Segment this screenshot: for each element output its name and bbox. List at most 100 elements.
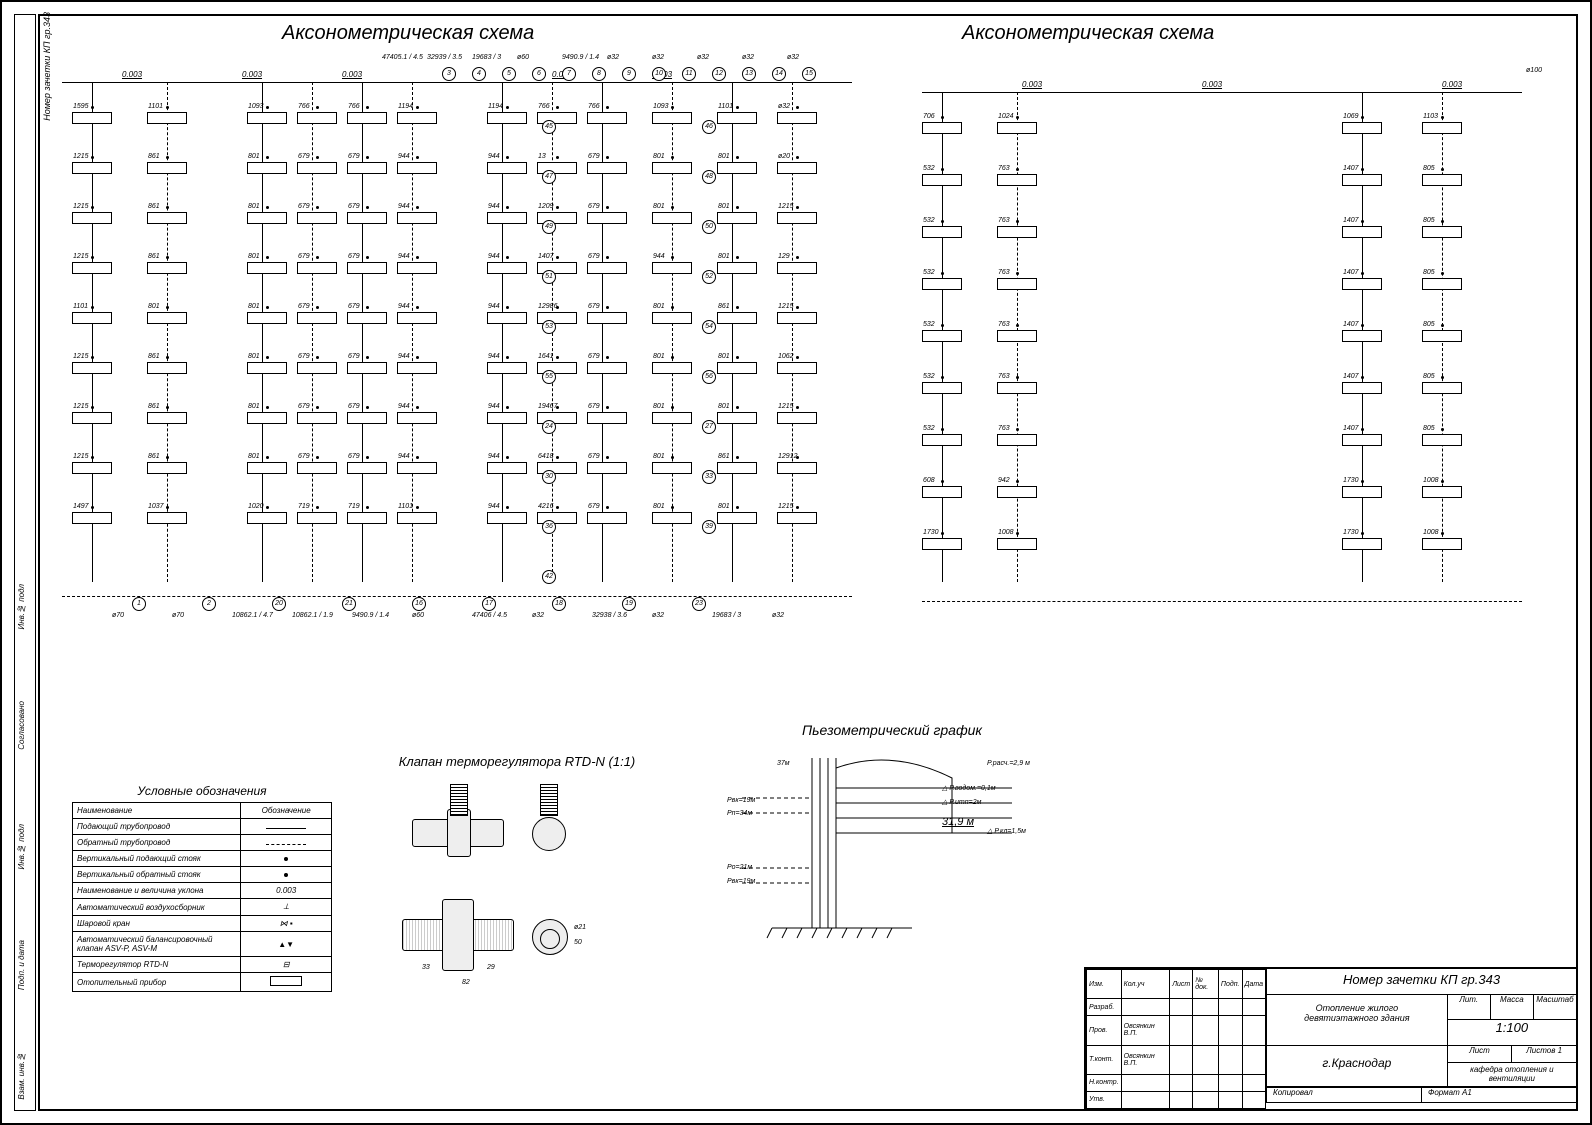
radiator-label: 679 [348, 353, 360, 360]
pipe-label: 47405.1 / 4.5 [382, 54, 423, 61]
piezo-label: Pвк=19м [727, 878, 755, 885]
radiator-label: 1093 [653, 103, 669, 110]
node-callout: 36 [542, 520, 556, 534]
tb-cell: Формат A1 [1422, 1088, 1576, 1102]
radiator: 944 [397, 312, 437, 324]
radiator-label: ø20 [778, 153, 790, 160]
radiator: 1407 [1342, 330, 1382, 342]
node-callout: 5 [502, 67, 516, 81]
radiator-label: 1215 [778, 403, 794, 410]
side-label: Согласовано [17, 701, 26, 750]
tb-role-cell [1170, 1074, 1193, 1091]
node-callout: 18 [552, 597, 566, 611]
tb-role-cell: Кол.уч [1121, 970, 1170, 999]
radiator: 1093 [247, 112, 287, 124]
node-callout: 16 [412, 597, 426, 611]
radiator-label: 1101 [398, 503, 413, 510]
tb-role-cell [1218, 1045, 1242, 1074]
piezo-label: △ P.итп=2м [942, 798, 981, 806]
legend-header: Наименование [73, 803, 241, 819]
pipe-label: 47406 / 4.5 [472, 612, 507, 619]
radiator: 944 [397, 362, 437, 374]
radiator-label: 12912 [778, 453, 797, 460]
tb-role-cell: Овсянкин В.П. [1121, 1045, 1170, 1074]
tb-role-cell [1242, 1016, 1265, 1045]
radiator-label: 679 [298, 403, 310, 410]
radiator-label: 1209 [538, 203, 554, 210]
tb-role-cell [1242, 1074, 1265, 1091]
tb-role-cell: Подп. [1218, 970, 1242, 999]
radiator: 861 [717, 312, 757, 324]
tb-role-cell [1193, 1016, 1219, 1045]
tb-role-cell: Изм. [1087, 970, 1122, 999]
radiator-label: 1407 [1343, 269, 1359, 276]
pipe-label: ø70 [172, 612, 184, 619]
radiator-label: 532 [923, 165, 935, 172]
node-callout: 52 [702, 270, 716, 284]
radiator-label: 763 [998, 269, 1010, 276]
radiator-label: 532 [923, 373, 935, 380]
riser [312, 82, 313, 582]
radiator: 679 [587, 512, 627, 524]
radiator: 679 [297, 212, 337, 224]
node-callout: 3 [442, 67, 456, 81]
radiator-label: 1215 [73, 203, 89, 210]
radiator: 1407 [1342, 278, 1382, 290]
radiator: 1101 [717, 112, 757, 124]
radiator: 805 [1422, 226, 1462, 238]
radiator-label: 944 [653, 253, 665, 260]
radiator: 532 [922, 330, 962, 342]
radiator-label: 801 [248, 203, 260, 210]
radiator: 801 [717, 512, 757, 524]
pipe-label: 9490.9 / 1.4 [352, 612, 389, 619]
radiator-label: 944 [398, 253, 410, 260]
pipe-label: ø70 [112, 612, 124, 619]
radiator-label: 1215 [778, 303, 794, 310]
radiator-label: 1730 [923, 529, 939, 536]
radiator: 801 [147, 312, 187, 324]
tb-role-cell [1170, 1045, 1193, 1074]
radiator-label: 1020 [248, 503, 264, 510]
legend-symbol [241, 973, 332, 992]
radiator: 861 [147, 412, 187, 424]
radiator-label: 1101 [73, 303, 88, 310]
radiator-label: 679 [298, 353, 310, 360]
radiator: 801 [717, 162, 757, 174]
node-callout: 13 [742, 67, 756, 81]
radiator-label: 1215 [778, 503, 794, 510]
radiator-label: 679 [588, 303, 600, 310]
radiator: 1215 [72, 162, 112, 174]
radiator: 944 [487, 212, 527, 224]
legend-name: Отопительный прибор [73, 973, 241, 992]
radiator-label: 679 [588, 153, 600, 160]
axonometric-main: 0.003 0.003 0.003 0.003 0.003 47405.1 / … [52, 52, 862, 622]
radiator: 719 [347, 512, 387, 524]
radiator: 801 [652, 512, 692, 524]
radiator: 1407 [1342, 174, 1382, 186]
radiator-label: ø32 [778, 103, 790, 110]
tb-role-cell [1242, 1091, 1265, 1108]
radiator-label: 1215 [778, 203, 794, 210]
radiator: 805 [1422, 330, 1462, 342]
department: кафедра отопления и вентиляции [1448, 1063, 1576, 1086]
radiator: 944 [397, 162, 437, 174]
node-callout: 55 [542, 370, 556, 384]
radiator: 805 [1422, 174, 1462, 186]
radiator-label: 1037 [148, 503, 164, 510]
radiator: 1407 [1342, 382, 1382, 394]
radiator-label: 1407 [1343, 165, 1359, 172]
node-callout: 7 [562, 67, 576, 81]
drawing-sheet: Взам. инв.№ Подп. и дата Инв.№ подл Согл… [0, 0, 1592, 1125]
radiator-label: 1215 [73, 153, 89, 160]
drawing-number: Номер зачетки КП гр.343 [1266, 969, 1576, 995]
radiator: 801 [247, 312, 287, 324]
radiator: 944 [397, 412, 437, 424]
radiator: 1215 [72, 262, 112, 274]
radiator-label: 944 [398, 453, 410, 460]
piezo-label: Pо=21м [727, 864, 752, 871]
radiator: 679 [587, 312, 627, 324]
radiator: 801 [247, 212, 287, 224]
radiator: 1020 [247, 512, 287, 524]
legend-header: Обозначение [241, 803, 332, 819]
radiator-label: 679 [588, 403, 600, 410]
